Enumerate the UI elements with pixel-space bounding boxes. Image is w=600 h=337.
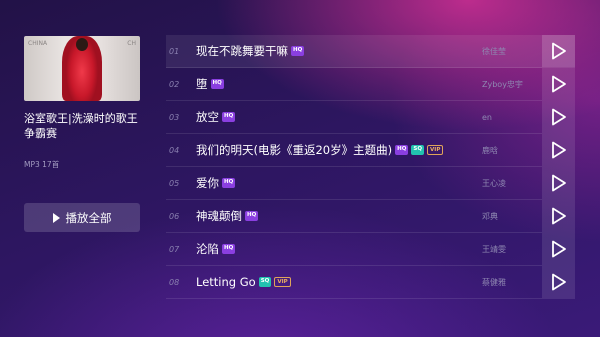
play-triangle-icon xyxy=(551,75,566,93)
song-row[interactable]: 04 我们的明天(电影《重返20岁》主题曲) HQ SQ VIP 鹿晗 xyxy=(166,134,575,167)
song-play-button[interactable] xyxy=(542,233,575,265)
song-title: 放空 xyxy=(196,110,219,124)
song-number: 04 xyxy=(169,145,180,155)
playlist-meta: MP3 17首 xyxy=(24,160,60,169)
song-play-button[interactable] xyxy=(542,68,575,100)
song-play-button[interactable] xyxy=(542,35,575,67)
song-artist: 邓典 xyxy=(482,211,498,221)
song-row[interactable]: 02 堕 HQ Zyboy忠宇 xyxy=(166,68,575,101)
song-play-button[interactable] xyxy=(542,200,575,232)
play-all-button[interactable]: 播放全部 xyxy=(24,203,140,232)
song-title: 堕 xyxy=(196,77,208,91)
play-triangle-icon xyxy=(551,240,566,258)
song-row[interactable]: 05 爱你 HQ 王心凌 xyxy=(166,167,575,200)
play-triangle-icon xyxy=(551,174,566,192)
song-play-button[interactable] xyxy=(542,134,575,166)
song-artist: 蔡健雅 xyxy=(482,277,506,287)
song-title-group: 堕 HQ xyxy=(196,76,476,92)
cover-text-right: CH xyxy=(127,40,136,47)
play-triangle-icon xyxy=(551,207,566,225)
play-triangle-icon xyxy=(551,42,566,60)
song-row[interactable]: 06 神魂颠倒 HQ 邓典 xyxy=(166,200,575,233)
song-title: Letting Go xyxy=(196,275,256,289)
song-number: 02 xyxy=(169,79,180,89)
song-play-button[interactable] xyxy=(542,266,575,298)
hq-quality-badge: HQ xyxy=(222,244,236,254)
song-artist: 鹿晗 xyxy=(482,145,498,155)
song-title: 爱你 xyxy=(196,176,219,190)
song-play-button[interactable] xyxy=(542,167,575,199)
song-title-group: 我们的明天(电影《重返20岁》主题曲) HQ SQ VIP xyxy=(196,142,476,158)
hq-quality-badge: HQ xyxy=(395,145,409,155)
play-triangle-icon xyxy=(551,273,566,291)
song-artist: 王心凌 xyxy=(482,178,506,188)
song-list: 01 现在不跳舞要干嘛 HQ 徐佳莹 02 堕 HQ Zyboy忠宇 03 放空 HQ en 04 我们的… xyxy=(166,35,575,299)
sq-quality-badge: SQ xyxy=(411,145,425,155)
song-number: 01 xyxy=(169,46,180,56)
song-number: 03 xyxy=(169,112,180,122)
song-row[interactable]: 08 Letting Go SQ VIP 蔡健雅 xyxy=(166,266,575,299)
song-title-group: 沦陷 HQ xyxy=(196,241,476,257)
song-title: 现在不跳舞要干嘛 xyxy=(196,44,288,58)
song-artist: 王靖雯 xyxy=(482,244,506,254)
hq-quality-badge: HQ xyxy=(210,79,224,89)
playlist-title: 浴室歌王|洗澡时的歌王争霸赛 xyxy=(24,112,138,140)
song-artist: 徐佳莹 xyxy=(482,46,506,56)
sq-quality-badge: SQ xyxy=(258,277,272,287)
song-play-button[interactable] xyxy=(542,101,575,133)
play-triangle-icon xyxy=(551,108,566,126)
song-title-group: Letting Go SQ VIP xyxy=(196,275,476,289)
song-number: 08 xyxy=(169,277,180,287)
song-number: 06 xyxy=(169,211,180,221)
song-row[interactable]: 07 沦陷 HQ 王靖雯 xyxy=(166,233,575,266)
song-number: 07 xyxy=(169,244,180,254)
cover-text-left: CHINA xyxy=(28,40,48,47)
song-artist: en xyxy=(482,112,492,122)
playlist-info: CHINA CH 浴室歌王|洗澡时的歌王争霸赛 MP3 17首 xyxy=(24,36,140,170)
play-all-label: 播放全部 xyxy=(65,210,112,225)
song-title: 我们的明天(电影《重返20岁》主题曲) xyxy=(196,143,393,157)
vip-quality-badge: VIP xyxy=(427,145,444,155)
song-number: 05 xyxy=(169,178,180,188)
hq-quality-badge: HQ xyxy=(222,112,236,122)
play-icon xyxy=(52,212,60,223)
cover-figure-head xyxy=(76,38,88,51)
song-row[interactable]: 01 现在不跳舞要干嘛 HQ 徐佳莹 xyxy=(166,35,575,68)
vip-quality-badge: VIP xyxy=(274,277,291,287)
song-title-group: 现在不跳舞要干嘛 HQ xyxy=(196,43,476,59)
song-row[interactable]: 03 放空 HQ en xyxy=(166,101,575,134)
song-title: 神魂颠倒 xyxy=(196,209,242,223)
song-artist: Zyboy忠宇 xyxy=(482,79,523,89)
hq-quality-badge: HQ xyxy=(291,46,305,56)
hq-quality-badge: HQ xyxy=(222,178,236,188)
song-title-group: 神魂颠倒 HQ xyxy=(196,208,476,224)
song-title: 沦陷 xyxy=(196,242,219,256)
hq-quality-badge: HQ xyxy=(245,211,259,221)
song-title-group: 放空 HQ xyxy=(196,109,476,125)
song-title-group: 爱你 HQ xyxy=(196,175,476,191)
play-triangle-icon xyxy=(551,141,566,159)
playlist-cover-image: CHINA CH xyxy=(24,36,140,101)
